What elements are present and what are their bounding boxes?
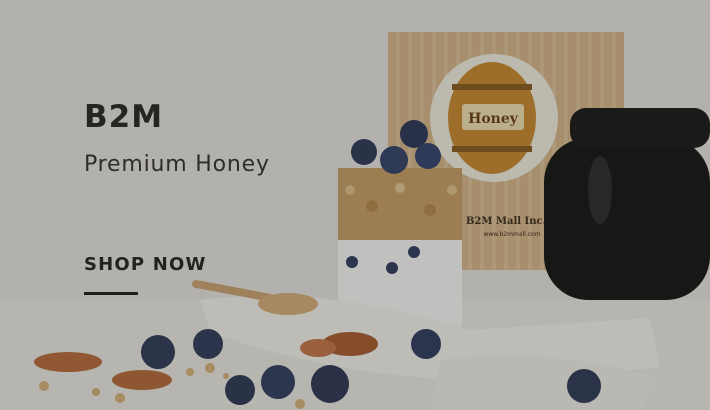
shop-now-link[interactable]: SHOP NOW [84, 252, 207, 278]
box-url-label: www.b2mmall.com [483, 231, 540, 238]
banner-subtitle: Premium Honey [84, 152, 270, 177]
box-brand-label: B2M Mall Inc. [466, 216, 546, 227]
barrel-label: Honey [468, 111, 519, 127]
product-photo: Honey B2M Mall Inc. www.b2mmall.com [0, 0, 710, 410]
banner-text: B2M Premium Honey [84, 96, 344, 180]
hero-banner: Honey B2M Mall Inc. www.b2mmall.com B2M … [0, 0, 710, 410]
brand-title: B2M [84, 99, 164, 135]
shop-now-underline [84, 292, 138, 295]
